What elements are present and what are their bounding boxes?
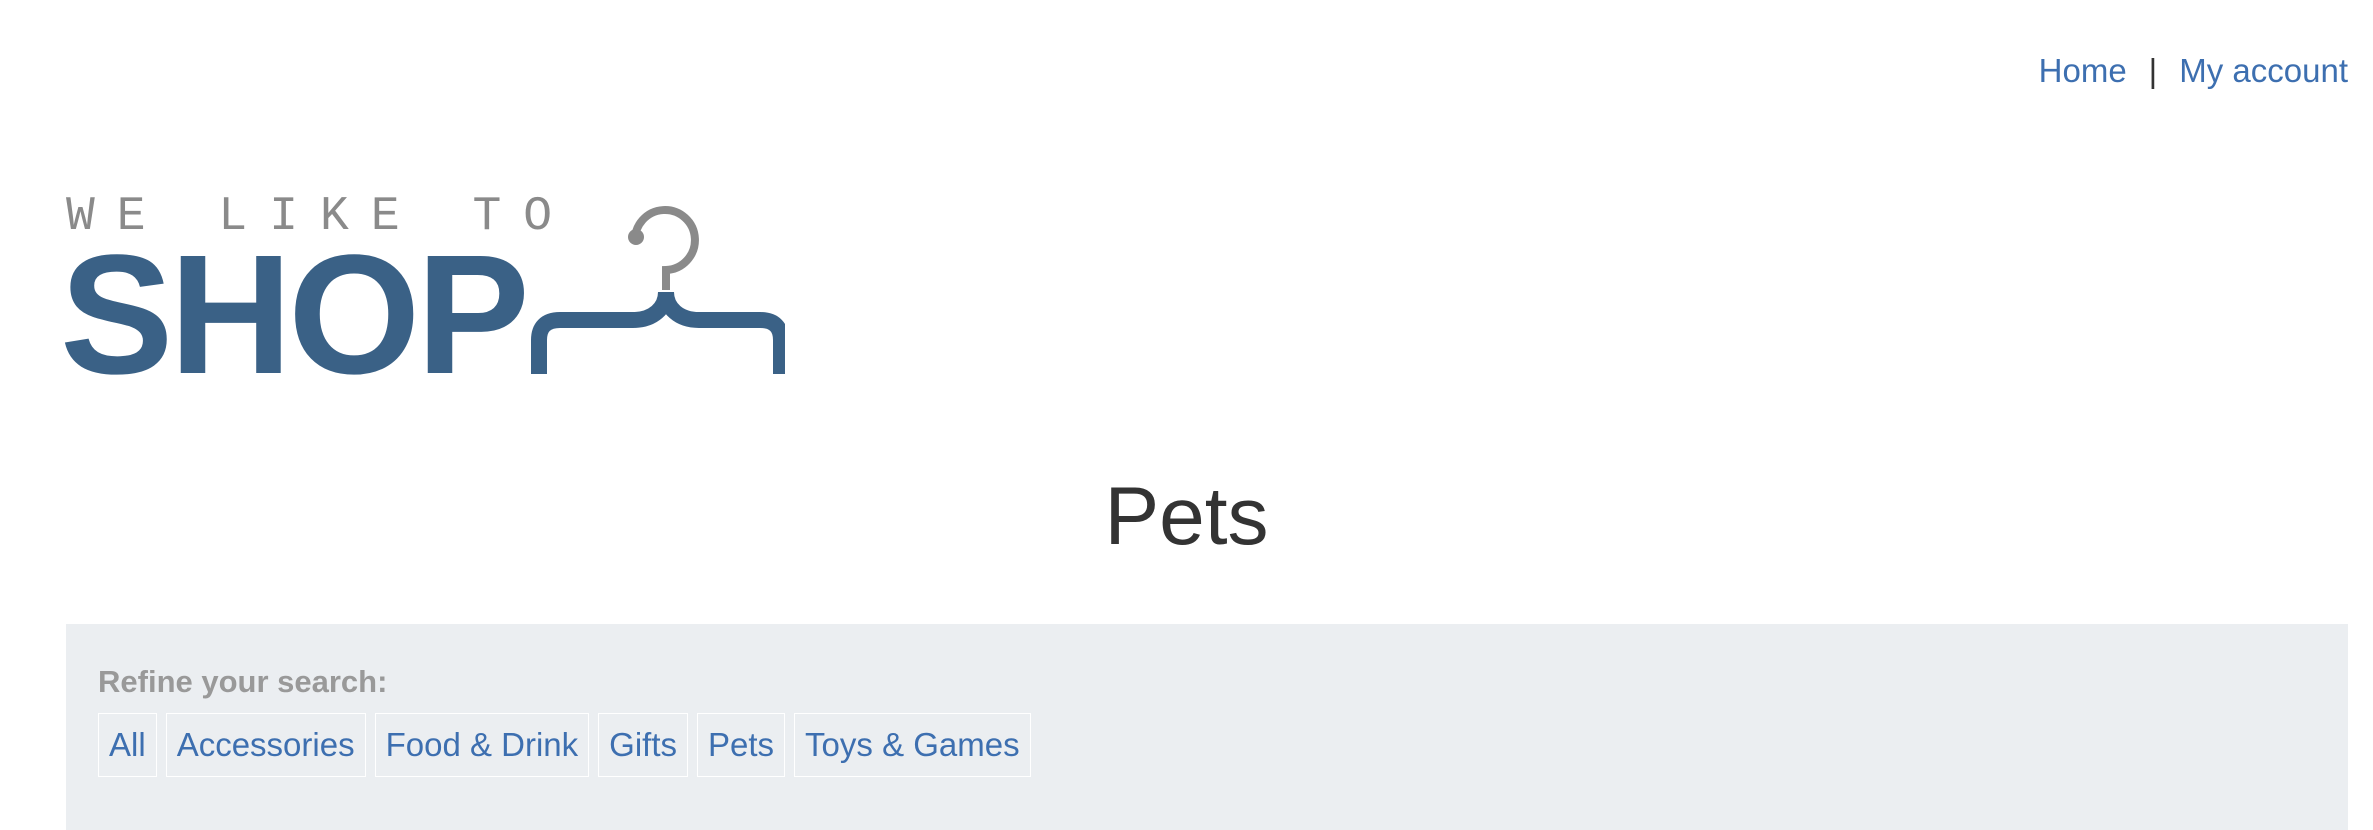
refine-search-label: Refine your search: (98, 664, 388, 699)
filter-accessories[interactable]: Accessories (165, 713, 366, 777)
site-logo[interactable]: WE LIKE TO SHOP (60, 190, 785, 400)
top-nav: Home | My account (2039, 52, 2348, 90)
filter-gifts[interactable]: Gifts (598, 713, 688, 777)
hanger-icon (531, 206, 785, 374)
page-title: Pets (1104, 471, 1269, 562)
nav-separator: | (2148, 52, 2158, 89)
home-link[interactable]: Home (2039, 52, 2127, 90)
category-filters: All Accessories Food & Drink Gifts Pets … (98, 713, 1031, 777)
filter-all[interactable]: All (98, 713, 157, 777)
refine-search-panel: Refine your search: All Accessories Food… (66, 624, 2348, 830)
filter-toys-games[interactable]: Toys & Games (794, 713, 1031, 777)
filter-pets[interactable]: Pets (697, 713, 786, 777)
filter-food-drink[interactable]: Food & Drink (374, 713, 590, 777)
my-account-link[interactable]: My account (2179, 52, 2348, 90)
logo-wordmark: SHOP (60, 220, 530, 410)
